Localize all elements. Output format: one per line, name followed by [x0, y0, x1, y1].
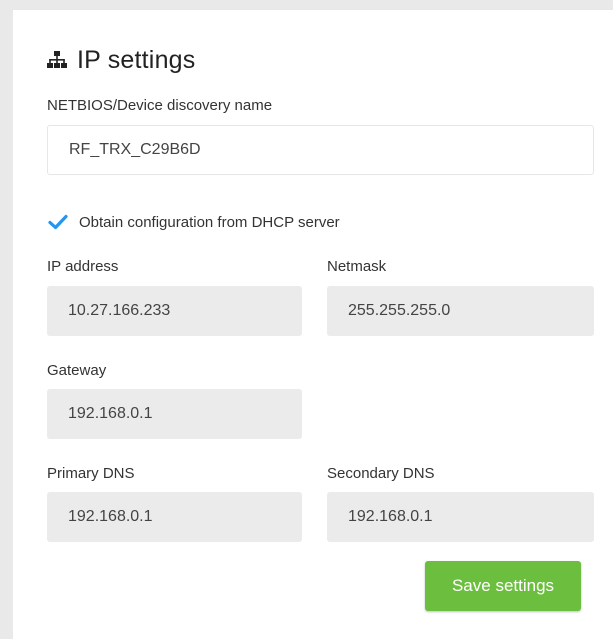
- ip-address-label: IP address: [47, 258, 119, 275]
- netbios-label: NETBIOS/Device discovery name: [47, 97, 273, 114]
- netbios-name-input[interactable]: RF_TRX_C29B6D: [47, 125, 594, 175]
- dhcp-option[interactable]: Obtain configuration from DHCP server: [47, 208, 340, 236]
- dhcp-checkbox[interactable]: [47, 211, 69, 233]
- checkmark-icon: [48, 214, 68, 230]
- panel-header: IP settings: [47, 40, 195, 80]
- primary-dns-field: 192.168.0.1: [47, 492, 302, 542]
- gateway-label: Gateway: [47, 362, 107, 379]
- primary-dns-label: Primary DNS: [47, 465, 135, 482]
- secondary-dns-field: 192.168.0.1: [327, 492, 594, 542]
- ip-address-field: 10.27.166.233: [47, 286, 302, 336]
- netmask-label: Netmask: [327, 258, 387, 275]
- gateway-field: 192.168.0.1: [47, 389, 302, 439]
- network-icon: [47, 51, 67, 69]
- page-title: IP settings: [77, 45, 196, 74]
- netmask-field: 255.255.255.0: [327, 286, 594, 336]
- dhcp-checkbox-label: Obtain configuration from DHCP server: [79, 213, 340, 231]
- save-settings-button[interactable]: Save settings: [425, 561, 581, 611]
- secondary-dns-label: Secondary DNS: [327, 465, 435, 482]
- ip-settings-panel: IP settings NETBIOS/Device discovery nam…: [13, 10, 613, 639]
